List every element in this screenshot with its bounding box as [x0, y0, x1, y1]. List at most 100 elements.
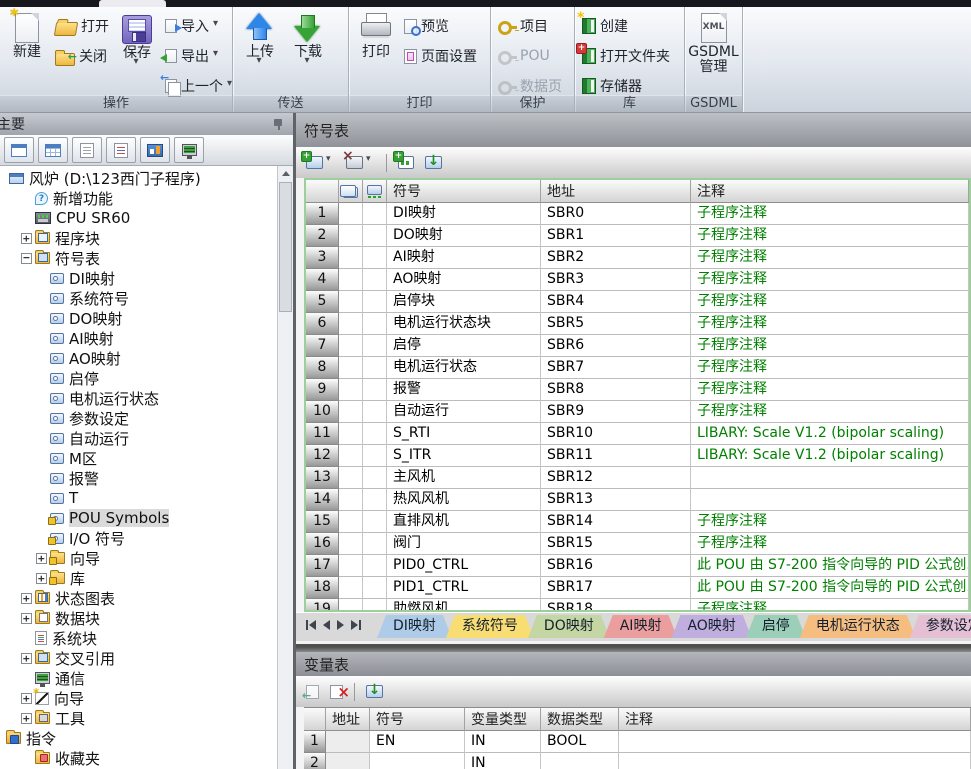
- comment-cell[interactable]: 此 POU 由 S7-200 指令向导的 PID 公式创...: [691, 555, 969, 577]
- pin-icon[interactable]: [274, 119, 284, 130]
- symbol-cell[interactable]: 自动运行: [387, 401, 541, 423]
- address-cell[interactable]: SBR14: [541, 511, 691, 533]
- insert-row-button[interactable]: [302, 683, 323, 701]
- symbol-flag-cell[interactable]: [363, 577, 387, 599]
- address-cell[interactable]: SBR1: [541, 225, 691, 247]
- active-ribbon-tab[interactable]: [99, 0, 166, 7]
- tree-item-system-block[interactable]: 系统块: [0, 628, 277, 648]
- address-cell[interactable]: SBR3: [541, 269, 691, 291]
- expander-plus-icon[interactable]: [21, 593, 32, 604]
- symbol-cell[interactable]: 直排风机: [387, 511, 541, 533]
- next-sheet-button[interactable]: [337, 620, 344, 630]
- sheet-tab-param-setting[interactable]: 参数设定: [910, 615, 971, 638]
- symbol-flag-cell[interactable]: [363, 247, 387, 269]
- tree-item-symtab-di[interactable]: DI映射: [0, 268, 277, 288]
- symbol-flag-cell[interactable]: [339, 533, 363, 555]
- first-sheet-button[interactable]: [306, 620, 316, 630]
- comment-cell[interactable]: 子程序注释: [691, 291, 969, 313]
- row-number-cell[interactable]: 17: [306, 555, 339, 577]
- tree-item-symtab-ao[interactable]: AO映射: [0, 348, 277, 368]
- symbol-flag-cell[interactable]: [339, 489, 363, 511]
- symbol-flag-cell[interactable]: [339, 599, 363, 612]
- last-sheet-button[interactable]: [351, 620, 361, 630]
- symbol-flag-cell[interactable]: [363, 379, 387, 401]
- symbol-flag-cell[interactable]: [363, 313, 387, 335]
- symbol-flag-cell[interactable]: [339, 467, 363, 489]
- address-cell[interactable]: SBR11: [541, 445, 691, 467]
- prev-sheet-button[interactable]: [323, 620, 330, 630]
- expander-plus-icon[interactable]: [21, 693, 32, 704]
- symbol-flag-cell[interactable]: [363, 445, 387, 467]
- tree-item-symbol-table[interactable]: 符号表: [0, 248, 277, 268]
- comment-cell[interactable]: 此 POU 由 S7-200 指令向导的 PID 公式创...: [691, 577, 969, 599]
- symbol-flag-cell[interactable]: [339, 555, 363, 577]
- row-number-cell[interactable]: 10: [306, 401, 339, 423]
- scrollbar-thumb[interactable]: [279, 182, 292, 312]
- symbol-cell[interactable]: AI映射: [387, 247, 541, 269]
- tree-item-symtab-io[interactable]: I/O 符号: [0, 528, 277, 548]
- row-number-cell[interactable]: 5: [306, 291, 339, 313]
- comment-cell[interactable]: [619, 753, 971, 769]
- comment-cell[interactable]: [691, 489, 969, 511]
- symbol-cell[interactable]: S_ITR: [387, 445, 541, 467]
- expander-plus-icon[interactable]: [21, 233, 32, 244]
- delete-symbol-button[interactable]: [342, 154, 379, 171]
- symbol-table-view-button[interactable]: [38, 137, 68, 163]
- symbol-flag-cell[interactable]: [339, 445, 363, 467]
- print-preview-button[interactable]: 预览: [401, 13, 480, 39]
- expander-plus-icon[interactable]: [21, 613, 32, 624]
- tree-item-symtab-system[interactable]: 系统符号: [0, 288, 277, 308]
- open-library-folder-button[interactable]: 打开文件夹: [579, 43, 673, 69]
- symbol-cell[interactable]: 电机运行状态块: [387, 313, 541, 335]
- var-type-cell[interactable]: IN: [465, 731, 541, 753]
- address-cell[interactable]: SBR16: [541, 555, 691, 577]
- symbol-cell[interactable]: 主风机: [387, 467, 541, 489]
- symbol-flag-cell[interactable]: [339, 401, 363, 423]
- address-cell[interactable]: SBR9: [541, 401, 691, 423]
- protect-pou-button[interactable]: POU: [495, 43, 565, 69]
- address-cell[interactable]: SBR8: [541, 379, 691, 401]
- comment-cell[interactable]: 子程序注释: [691, 225, 969, 247]
- address-cell[interactable]: [326, 731, 370, 753]
- apply-button[interactable]: [362, 683, 387, 700]
- data-type-cell[interactable]: [541, 753, 619, 769]
- symbol-flag-cell[interactable]: [363, 401, 387, 423]
- symbol-cell[interactable]: [370, 753, 465, 769]
- apply-all-button[interactable]: [421, 154, 446, 171]
- row-number-cell[interactable]: 1: [304, 731, 326, 753]
- address-cell[interactable]: SBR12: [541, 467, 691, 489]
- symbol-flag-cell[interactable]: [363, 423, 387, 445]
- tree-item-wizards[interactable]: 向导: [0, 688, 277, 708]
- navigation-view-button[interactable]: [4, 137, 34, 163]
- symbol-flag-cell[interactable]: [363, 467, 387, 489]
- data-type-cell[interactable]: BOOL: [541, 731, 619, 753]
- tree-item-status-chart[interactable]: 状态图表: [0, 588, 277, 608]
- tree-item-project-root[interactable]: 风炉 (D:\123西门子程序): [0, 168, 277, 188]
- communications-view-button[interactable]: [174, 137, 204, 163]
- panel-splitter[interactable]: [296, 641, 971, 652]
- symbol-flag-cell[interactable]: [339, 269, 363, 291]
- address-cell[interactable]: SBR2: [541, 247, 691, 269]
- row-number-cell[interactable]: 16: [306, 533, 339, 555]
- create-library-button[interactable]: 创建: [579, 13, 673, 39]
- symbol-cell[interactable]: 热风风机: [387, 489, 541, 511]
- symbol-cell[interactable]: 启停: [387, 335, 541, 357]
- address-cell[interactable]: SBR0: [541, 203, 691, 225]
- tree-item-cpu[interactable]: CPU SR60: [0, 208, 277, 228]
- row-number-cell[interactable]: 12: [306, 445, 339, 467]
- symbol-flag-cell[interactable]: [339, 203, 363, 225]
- symbol-flag-cell[interactable]: [339, 225, 363, 247]
- symbol-flag-cell[interactable]: [363, 511, 387, 533]
- tree-item-symtab-alarm[interactable]: 报警: [0, 468, 277, 488]
- row-number-cell[interactable]: 4: [306, 269, 339, 291]
- comment-cell[interactable]: 子程序注释: [691, 203, 969, 225]
- tree-item-instructions[interactable]: 指令: [0, 728, 277, 748]
- comment-cell[interactable]: LIBARY: Scale V1.2 (bipolar scaling): [691, 423, 969, 445]
- symbol-flag-cell[interactable]: [363, 533, 387, 555]
- expander-plus-icon[interactable]: [36, 573, 47, 584]
- symbol-flag-cell[interactable]: [339, 577, 363, 599]
- address-cell[interactable]: SBR10: [541, 423, 691, 445]
- tree-item-cross-reference[interactable]: 交叉引用: [0, 648, 277, 668]
- tree-scrollbar[interactable]: [277, 166, 293, 769]
- row-number-cell[interactable]: 2: [306, 225, 339, 247]
